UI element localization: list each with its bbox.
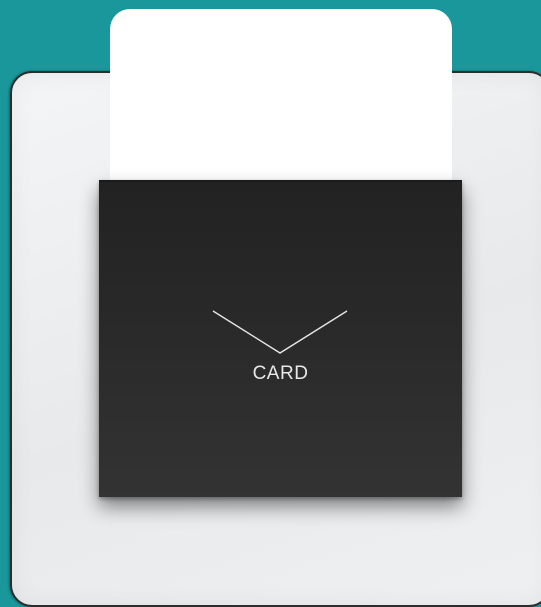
chevron-down-icon [212, 310, 348, 354]
card-slot[interactable]: CARD [99, 180, 462, 497]
card-slot-label: CARD [252, 363, 309, 384]
